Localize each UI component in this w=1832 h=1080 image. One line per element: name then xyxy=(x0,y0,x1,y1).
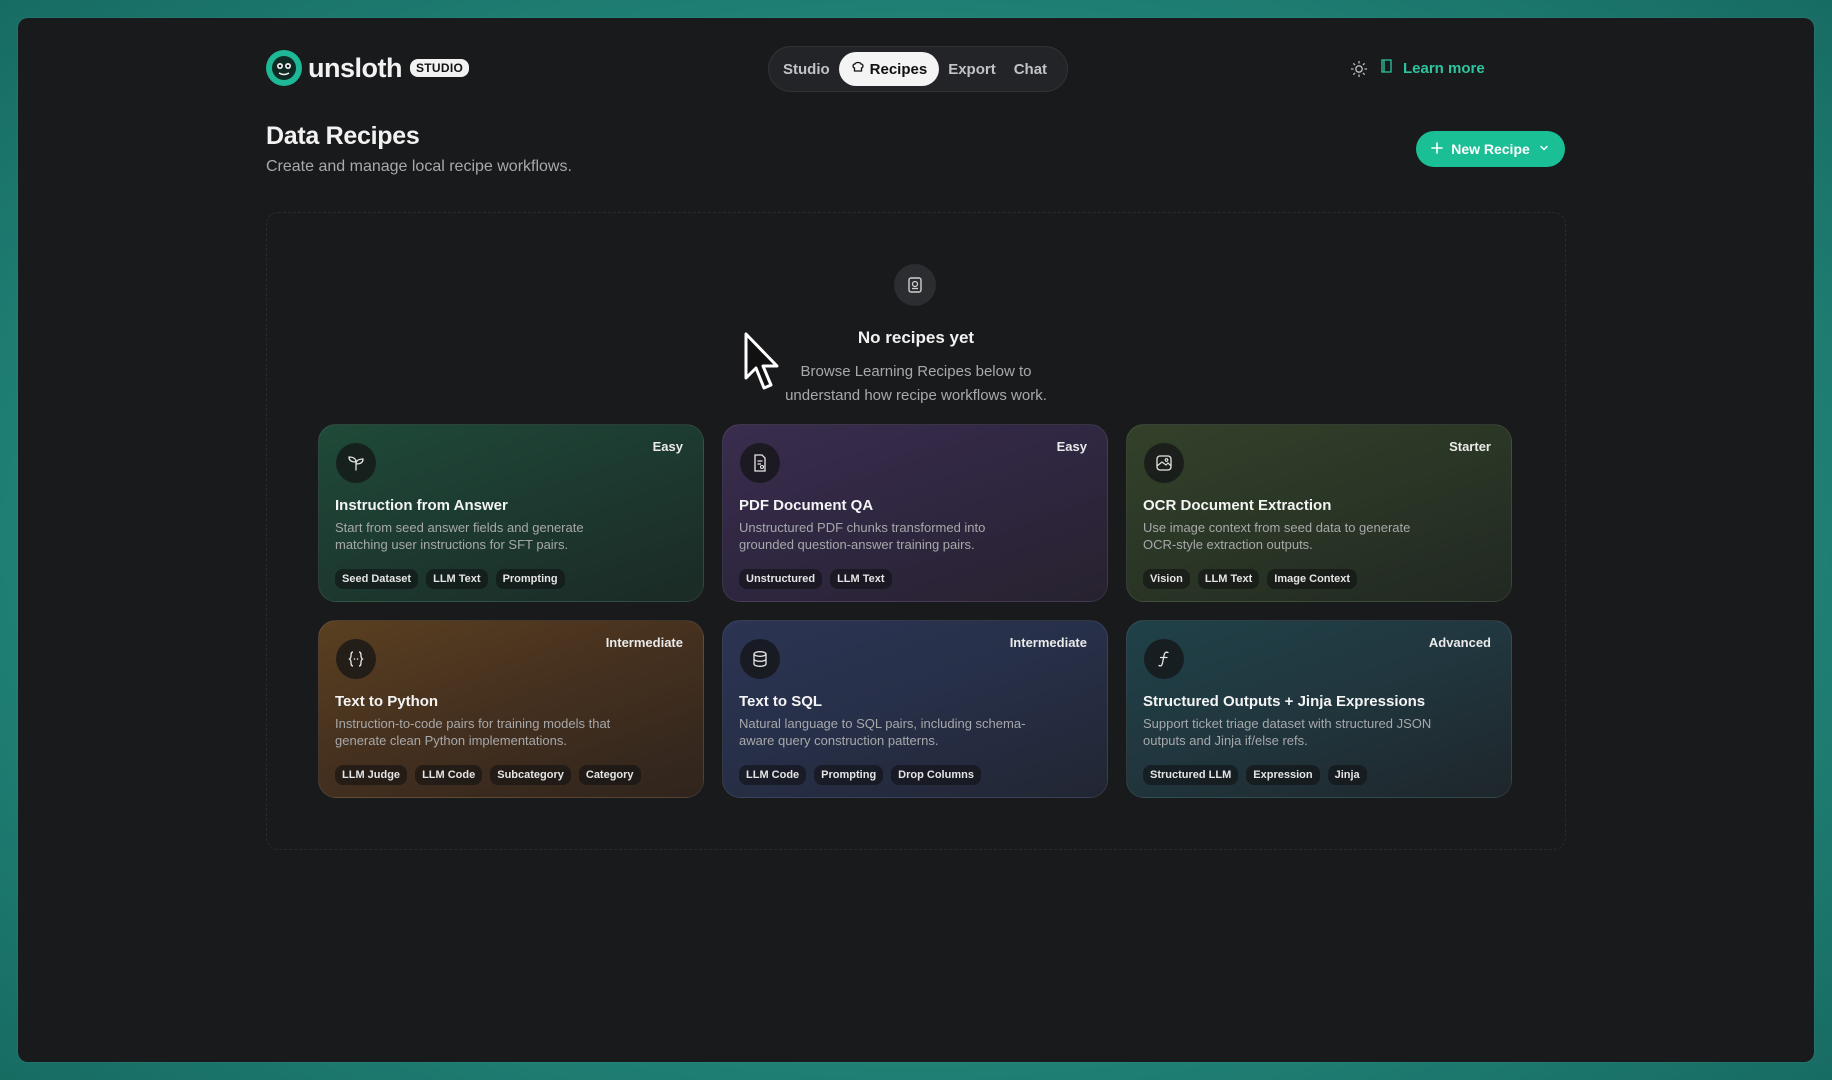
difficulty-badge: Intermediate xyxy=(605,635,683,650)
recipe-description: Natural language to SQL pairs, including… xyxy=(739,716,1026,748)
tag: Image Context xyxy=(1267,569,1358,589)
recipe-description: Support ticket triage dataset with struc… xyxy=(1143,716,1432,748)
nav-chat[interactable]: Chat xyxy=(1005,52,1056,86)
tag: Prompting xyxy=(495,569,565,589)
app-window: unsloth STUDIO Studio Recipes Export Cha… xyxy=(18,18,1814,1062)
tag: LLM Text xyxy=(426,569,488,589)
empty-state-description: Browse Learning Recipes below to underst… xyxy=(785,363,1047,404)
tag: Seed Dataset xyxy=(335,569,419,589)
recipe-tags: LLM Code Prompting Drop Columns xyxy=(739,765,981,785)
recipe-tags: LLM Judge LLM Code Subcategory Category xyxy=(335,765,641,785)
recipe-card-structured-outputs-jinja[interactable]: Advanced Structured Outputs + Jinja Expr… xyxy=(1126,620,1512,798)
recipe-title: Text to Python xyxy=(335,693,439,710)
new-recipe-button[interactable]: New Recipe xyxy=(1416,131,1565,167)
code-braces-icon xyxy=(336,639,376,679)
nav-label: Chat xyxy=(1013,60,1048,78)
difficulty-badge: Easy xyxy=(1056,439,1087,454)
mouse-cursor-icon xyxy=(744,332,782,392)
tag: Jinja xyxy=(1327,765,1367,785)
tag: Expression xyxy=(1246,765,1320,785)
sprout-icon xyxy=(336,443,376,483)
tag: Vision xyxy=(1143,569,1190,589)
tag: Structured LLM xyxy=(1143,765,1239,785)
image-scan-icon xyxy=(1144,443,1184,483)
tag: Category xyxy=(578,765,641,785)
recipe-description: Unstructured PDF chunks transformed into… xyxy=(739,520,986,552)
recipe-book-icon xyxy=(894,264,936,306)
difficulty-badge: Advanced xyxy=(1428,635,1491,650)
recipe-tags: Seed Dataset LLM Text Prompting xyxy=(335,569,565,589)
learn-more-link[interactable]: Learn more xyxy=(1379,58,1485,78)
difficulty-badge: Intermediate xyxy=(1009,635,1087,650)
recipe-title: OCR Document Extraction xyxy=(1143,497,1332,514)
difficulty-badge: Easy xyxy=(652,439,683,454)
sloth-logo-icon xyxy=(266,50,302,86)
sun-icon[interactable] xyxy=(1350,60,1368,78)
tag: Subcategory xyxy=(490,765,571,785)
tag: Unstructured xyxy=(739,569,823,589)
recipe-card-pdf-document-qa[interactable]: Easy PDF Document QA Unstructured PDF ch… xyxy=(722,424,1108,602)
nav-label: Recipes xyxy=(869,60,928,78)
recipe-description: Start from seed answer fields and genera… xyxy=(335,520,584,552)
recipe-tags: Unstructured LLM Text xyxy=(739,569,892,589)
empty-state-title: No recipes yet xyxy=(857,328,975,347)
nav-recipes[interactable]: Recipes xyxy=(838,52,940,86)
tag: LLM Text xyxy=(1197,569,1260,589)
recipe-description: Instruction-to-code pairs for training m… xyxy=(335,716,611,748)
recipe-title: PDF Document QA xyxy=(739,497,874,514)
logo[interactable]: unsloth STUDIO xyxy=(266,50,470,86)
nav-label: Studio xyxy=(783,60,830,78)
nav-studio[interactable]: Studio xyxy=(774,52,839,86)
new-recipe-label: New Recipe xyxy=(1451,141,1530,157)
tag: LLM Text xyxy=(830,569,892,589)
recipe-card-ocr-document-extraction[interactable]: Starter OCR Document Extraction Use imag… xyxy=(1126,424,1512,602)
recipe-title: Instruction from Answer xyxy=(335,497,508,514)
recipe-tags: Structured LLM Expression Jinja xyxy=(1143,765,1367,785)
recipe-title: Structured Outputs + Jinja Expressions xyxy=(1143,693,1426,710)
chevron-down-icon xyxy=(1538,141,1550,157)
tag: LLM Judge xyxy=(335,765,408,785)
nav-label: Export xyxy=(948,60,996,78)
logo-text: unsloth xyxy=(308,52,402,83)
book-icon xyxy=(1379,58,1395,78)
recipe-tags: Vision LLM Text Image Context xyxy=(1143,569,1358,589)
tag: Prompting xyxy=(814,765,884,785)
plus-icon xyxy=(1431,141,1444,157)
difficulty-badge: Starter xyxy=(1449,439,1491,454)
recipe-title: Text to SQL xyxy=(739,693,823,710)
function-icon xyxy=(1144,639,1184,679)
database-icon xyxy=(740,639,780,679)
main-nav: Studio Recipes Export Chat xyxy=(768,46,1068,92)
page-subtitle: Create and manage local recipe workflows… xyxy=(266,158,572,175)
chef-hat-icon xyxy=(851,60,865,78)
learn-more-label: Learn more xyxy=(1403,59,1485,77)
tag: LLM Code xyxy=(739,765,807,785)
tag: Drop Columns xyxy=(891,765,981,785)
recipe-card-text-to-sql[interactable]: Intermediate Text to SQL Natural languag… xyxy=(722,620,1108,798)
recipe-description: Use image context from seed data to gene… xyxy=(1143,520,1411,552)
recipe-card-text-to-python[interactable]: Intermediate Text to Python Instruction-… xyxy=(318,620,704,798)
tag: LLM Code xyxy=(415,765,483,785)
document-icon xyxy=(740,443,780,483)
nav-export[interactable]: Export xyxy=(939,52,1005,86)
page-title: Data Recipes xyxy=(266,122,420,150)
logo-badge: STUDIO xyxy=(409,59,470,77)
recipe-card-instruction-from-answer[interactable]: Easy Instruction from Answer Start from … xyxy=(318,424,704,602)
